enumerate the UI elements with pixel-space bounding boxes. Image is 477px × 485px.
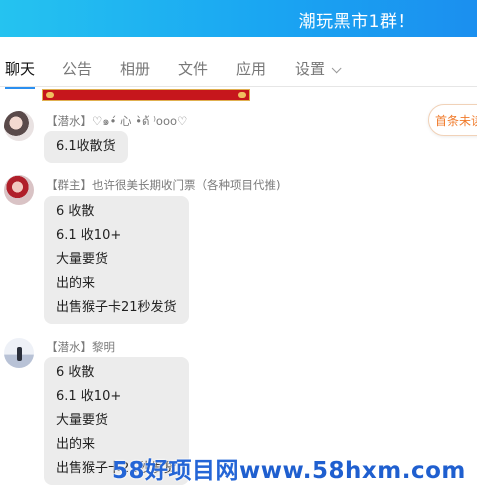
- tab-announcement[interactable]: 公告: [62, 58, 92, 79]
- message-text: 出的来: [56, 276, 96, 291]
- message-text: 大量要货: [56, 413, 109, 428]
- tab-files[interactable]: 文件: [178, 58, 208, 79]
- chevron-down-icon: [331, 63, 342, 74]
- tab-settings-label: 设置: [295, 60, 326, 78]
- message-text: 大量要货: [56, 252, 109, 267]
- watermark-url: www.58hxm.com: [239, 458, 466, 484]
- tab-chat[interactable]: 聊天: [5, 58, 36, 89]
- tab-apps[interactable]: 应用: [236, 58, 266, 79]
- first-unread-label: 首条未读: [435, 114, 477, 128]
- tab-album[interactable]: 相册: [120, 58, 150, 79]
- message-text: 6.1 收10+: [56, 389, 122, 404]
- message-text: 6.1收散货: [56, 139, 116, 154]
- message-text: 出售猴子卡21秒发货: [56, 300, 177, 315]
- message-text: 6.1 收10+: [56, 228, 122, 243]
- message-bubble: 6 收散 6.1 收10+ 大量要货 出的来 出售猴子卡21秒发货: [44, 196, 189, 324]
- window-titlebar: 潮玩黑市1群！: [0, 0, 477, 37]
- group-title: 潮玩黑市1群！: [298, 12, 415, 32]
- watermark-cn: 58好项目网: [112, 458, 240, 484]
- message-text: 6 收散: [56, 204, 95, 219]
- banner-image: [42, 89, 250, 101]
- avatar[interactable]: [4, 111, 34, 141]
- sender-name: 【群主】也许很美长期收门票（各种项目代推): [46, 178, 281, 192]
- sender-name: 【潜水】黎明: [46, 340, 115, 354]
- avatar[interactable]: [4, 338, 34, 368]
- tab-settings[interactable]: 设置: [295, 58, 342, 79]
- avatar[interactable]: [4, 175, 34, 205]
- message-bubble: 6.1收散货: [44, 131, 128, 163]
- message-text: 6 收散: [56, 365, 95, 380]
- tab-bar: 聊天 公告 相册 文件 应用 设置: [0, 50, 477, 89]
- first-unread-button[interactable]: 首条未读: [428, 104, 477, 136]
- sender-name: 【潜水】♡๑•́ 心 •̀ด้ ⁾ᴏᴏᴏ♡: [46, 114, 188, 128]
